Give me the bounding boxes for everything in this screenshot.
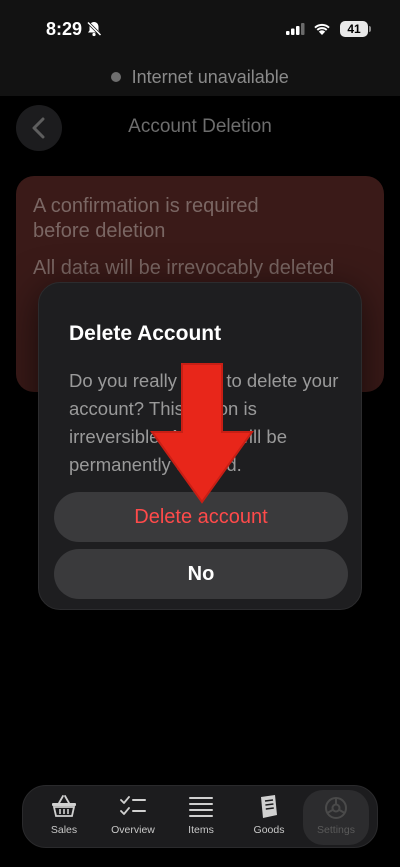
bell-slash-icon [86,21,102,37]
tab-bar: Sales Overview Items Goods Settings [22,785,378,848]
page-title: Account Deletion [128,116,272,137]
tab-settings[interactable]: Settings [303,790,369,845]
checklist-icon [120,796,146,815]
wifi-icon [314,23,330,35]
annotation-arrow-icon [150,363,254,504]
gear-icon [325,797,347,819]
tab-items[interactable]: Items [168,786,234,849]
menu-icon [189,797,213,817]
tab-label: Goods [253,824,285,836]
status-bar: 8:29 41 [0,0,400,58]
offline-text: Internet unavailable [131,67,289,87]
warning-text-line3: All data will be irrevocably deleted [33,257,335,279]
offline-banner: Internet unavailable [0,58,400,96]
no-button[interactable]: No [54,549,348,599]
tab-label: Settings [317,824,355,836]
tab-label: Overview [111,824,155,836]
cellular-signal-icon [286,23,305,35]
tab-goods[interactable]: Goods [236,786,302,849]
tab-label: Items [188,824,214,836]
tab-label: Sales [50,824,78,836]
battery-tip [369,26,371,32]
warning-text-line1: A confirmation is required [33,195,259,217]
offline-dot-icon [111,72,122,82]
warning-text-line2: before deletion [33,220,166,242]
dialog-title: Delete Account [69,322,222,345]
tab-overview[interactable]: Overview [100,786,166,849]
basket-icon [52,795,76,817]
clock: 8:29 [46,19,83,39]
book-icon [261,795,277,818]
battery-indicator: 41 [340,21,368,37]
tab-sales[interactable]: Sales [31,786,97,849]
